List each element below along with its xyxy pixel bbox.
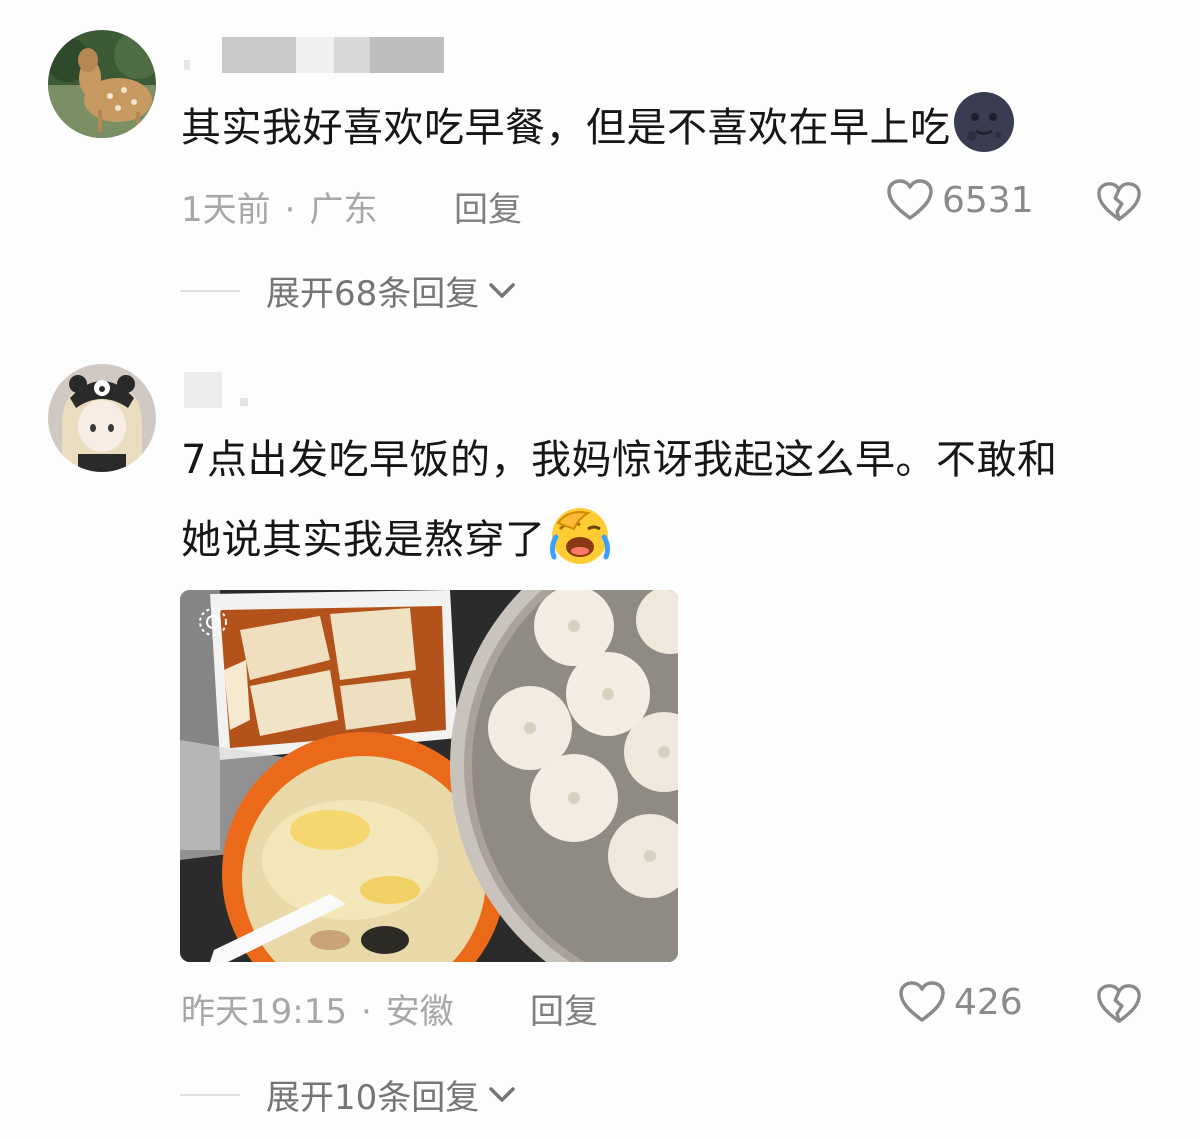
avatar[interactable] <box>48 30 156 138</box>
comment-photo[interactable] <box>180 590 678 962</box>
like-count: 6531 <box>942 179 1034 221</box>
divider-line <box>180 289 240 292</box>
comment-meta: 昨天19:15 · 安徽 <box>181 984 454 1033</box>
comment-text: 7点出发吃早饭的，我妈惊讶我起这么早。不敢和 她说其实我是熬穿了 <box>181 420 1161 580</box>
avatar[interactable] <box>48 364 156 472</box>
moon-face-icon <box>953 92 1014 152</box>
expand-replies-button[interactable]: 展开10条回复 <box>180 1070 517 1119</box>
dislike-icon[interactable] <box>1096 180 1142 224</box>
chevron-down-icon <box>489 1086 516 1102</box>
comment-text-line1: 7点出发吃早饭的，我妈惊讶我起这么早。不敢和 <box>181 437 1058 483</box>
reply-button[interactable]: 回复 <box>454 182 522 231</box>
comment-location: 安徽 <box>385 992 454 1032</box>
comment-time: 1天前 <box>181 190 271 230</box>
laughing-crying-icon <box>549 508 610 564</box>
reply-button[interactable]: 回复 <box>530 984 598 1033</box>
comment-item: 7点出发吃早饭的，我妈惊讶我起这么早。不敢和 她说其实我是熬穿了 昨天19:15… <box>0 340 1200 1139</box>
heart-icon <box>887 179 933 220</box>
comment-location: 广东 <box>309 190 378 230</box>
like-count: 426 <box>954 981 1023 1023</box>
comment-meta: 1天前 · 广东 <box>181 182 377 231</box>
heart-icon <box>899 981 945 1022</box>
meta-separator: · <box>360 992 372 1032</box>
meta-separator: · <box>284 190 296 230</box>
comment-text-line2: 她说其实我是熬穿了 <box>181 517 546 563</box>
comment-text: 其实我好喜欢吃早餐，但是不喜欢在早上吃 <box>181 88 1015 168</box>
like-button[interactable]: 6531 <box>886 178 1034 222</box>
expand-replies-button[interactable]: 展开68条回复 <box>180 266 517 315</box>
expand-label: 展开68条回复 <box>266 274 480 314</box>
divider-line <box>180 1093 240 1096</box>
dislike-icon[interactable] <box>1096 982 1142 1026</box>
comment-time: 昨天19:15 <box>181 992 347 1032</box>
like-button[interactable]: 426 <box>898 980 1023 1024</box>
comment-item: 其实我好喜欢吃早餐，但是不喜欢在早上吃 1天前 · 广东 回复 6531 展开68条… <box>0 0 1200 340</box>
chevron-down-icon <box>489 282 516 298</box>
expand-label: 展开10条回复 <box>266 1078 480 1118</box>
